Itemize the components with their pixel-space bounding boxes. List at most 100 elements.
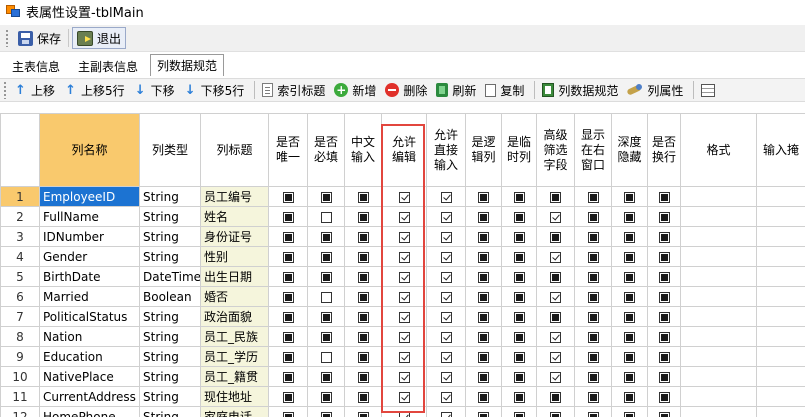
table-row[interactable]: 1 EmployeeID String 员工编号 [0, 186, 805, 207]
row-number[interactable]: 2 [0, 206, 40, 227]
checkbox[interactable] [320, 351, 332, 363]
input-mask-cell[interactable] [756, 286, 805, 307]
checkbox[interactable] [440, 191, 452, 203]
checkbox[interactable] [550, 351, 561, 363]
add-button[interactable]: + 新增 [331, 79, 382, 101]
column-type-cell[interactable]: String [139, 346, 201, 367]
checkbox[interactable] [513, 271, 525, 283]
column-name-cell[interactable]: NativePlace [39, 366, 140, 387]
checkbox[interactable] [658, 191, 670, 203]
checkbox[interactable] [550, 271, 561, 283]
row-number[interactable]: 8 [0, 326, 40, 347]
checkbox[interactable] [320, 311, 332, 323]
checkbox[interactable] [587, 391, 599, 403]
input-mask-cell[interactable] [756, 326, 805, 347]
checkbox[interactable] [282, 291, 294, 303]
checkbox[interactable] [357, 191, 369, 203]
checkbox[interactable] [658, 311, 670, 323]
column-header[interactable]: 显示 在右 窗口 [574, 113, 612, 187]
checkbox[interactable] [440, 231, 452, 243]
checkbox[interactable] [440, 371, 452, 383]
column-header[interactable]: 列标题 [200, 113, 269, 187]
checkbox[interactable] [658, 371, 670, 383]
checkbox[interactable] [282, 351, 294, 363]
format-cell[interactable] [680, 186, 757, 207]
checkbox[interactable] [624, 231, 635, 243]
column-type-cell[interactable]: String [139, 386, 201, 407]
tab-column-data-spec[interactable]: 列数据规范 [150, 54, 225, 76]
format-cell[interactable] [680, 206, 757, 227]
input-mask-cell[interactable] [756, 346, 805, 367]
format-cell[interactable] [680, 226, 757, 247]
move-down-5-button[interactable]: ↓ 下移5行 [181, 79, 251, 101]
column-type-cell[interactable]: String [139, 326, 201, 347]
format-cell[interactable] [680, 246, 757, 267]
checkbox[interactable] [587, 311, 599, 323]
checkbox[interactable] [513, 211, 525, 223]
checkbox[interactable] [398, 291, 410, 303]
save-button[interactable]: 保存 [14, 27, 65, 49]
move-up-5-button[interactable]: ↑ 上移5行 [61, 79, 131, 101]
column-header[interactable]: 是临 时列 [501, 113, 537, 187]
checkbox[interactable] [550, 251, 561, 263]
checkbox[interactable] [658, 251, 670, 263]
column-header[interactable]: 允许 编辑 [381, 113, 427, 187]
table-row[interactable]: 7 PoliticalStatus String 政治面貌 [0, 306, 805, 327]
checkbox[interactable] [440, 311, 452, 323]
table-row[interactable]: 5 BirthDate DateTime 出生日期 [0, 266, 805, 287]
row-number[interactable]: 3 [0, 226, 40, 247]
checkbox[interactable] [320, 211, 332, 223]
input-mask-cell[interactable] [756, 246, 805, 267]
checkbox[interactable] [624, 371, 635, 383]
column-type-cell[interactable]: String [139, 206, 201, 227]
table-row[interactable]: 4 Gender String 性别 [0, 246, 805, 267]
input-mask-cell[interactable] [756, 226, 805, 247]
checkbox[interactable] [320, 191, 332, 203]
grid-settings-button[interactable] [698, 79, 725, 101]
checkbox[interactable] [398, 251, 410, 263]
checkbox[interactable] [320, 271, 332, 283]
checkbox[interactable] [513, 231, 525, 243]
checkbox[interactable] [282, 231, 294, 243]
checkbox[interactable] [440, 251, 452, 263]
checkbox[interactable] [658, 211, 670, 223]
checkbox[interactable] [513, 191, 525, 203]
checkbox[interactable] [513, 371, 525, 383]
checkbox[interactable] [357, 251, 369, 263]
checkbox[interactable] [478, 351, 489, 363]
checkbox[interactable] [282, 211, 294, 223]
table-row[interactable]: 2 FullName String 姓名 [0, 206, 805, 227]
row-number[interactable]: 9 [0, 346, 40, 367]
column-header[interactable]: 中文 输入 [344, 113, 382, 187]
checkbox[interactable] [513, 251, 525, 263]
checkbox[interactable] [282, 411, 294, 417]
checkbox[interactable] [357, 371, 369, 383]
checkbox[interactable] [624, 351, 635, 363]
column-name-cell[interactable]: Nation [39, 326, 140, 347]
checkbox[interactable] [624, 251, 635, 263]
checkbox[interactable] [513, 391, 525, 403]
checkbox[interactable] [440, 211, 452, 223]
checkbox[interactable] [282, 331, 294, 343]
column-type-cell[interactable]: String [139, 246, 201, 267]
checkbox[interactable] [550, 411, 561, 417]
checkbox[interactable] [357, 391, 369, 403]
checkbox[interactable] [440, 411, 452, 417]
input-mask-cell[interactable] [756, 266, 805, 287]
column-title-cell[interactable]: 政治面貌 [200, 306, 269, 327]
checkbox[interactable] [513, 311, 525, 323]
checkbox[interactable] [550, 231, 561, 243]
checkbox[interactable] [658, 231, 670, 243]
column-name-cell[interactable]: Gender [39, 246, 140, 267]
format-cell[interactable] [680, 366, 757, 387]
column-header[interactable]: 列名称 [39, 113, 140, 187]
checkbox[interactable] [550, 191, 561, 203]
column-header[interactable]: 高级 筛选 字段 [536, 113, 575, 187]
column-header[interactable]: 是否 唯一 [268, 113, 308, 187]
column-name-cell[interactable]: BirthDate [39, 266, 140, 287]
move-up-button[interactable]: ↑ 上移 [11, 79, 61, 101]
column-type-cell[interactable]: Boolean [139, 286, 201, 307]
checkbox[interactable] [624, 211, 635, 223]
checkbox[interactable] [587, 411, 599, 417]
row-number[interactable]: 12 [0, 406, 40, 417]
